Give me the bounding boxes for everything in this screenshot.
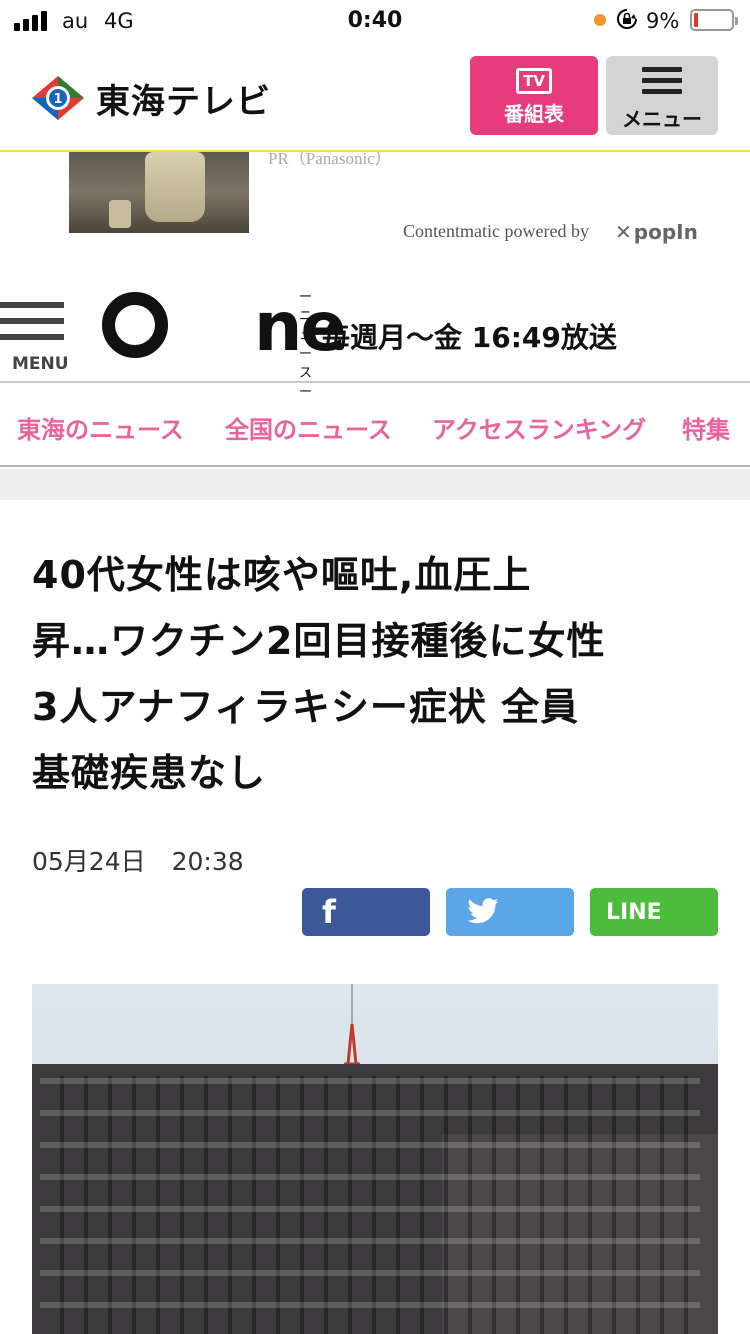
facebook-icon: f	[322, 893, 336, 931]
facebook-share-button[interactable]: f	[302, 888, 430, 936]
ad-credit: Contentmatic powered by	[403, 221, 589, 241]
ad-banner[interactable]: PR（Panasonic） Contentmatic powered by ✕ p…	[0, 152, 750, 255]
tv-icon: TV	[516, 68, 552, 94]
one-logo-icon	[102, 292, 168, 358]
tab-access-ranking[interactable]: アクセスランキング	[432, 410, 646, 445]
news-header: MENU ー ニュース ー ne 毎週月〜金 16:49放送	[0, 280, 750, 400]
article-title: 40代女性は咳や嘔吐,血圧上 昇…ワクチン2回目接種後に女性 3人アナフィラキシ…	[32, 553, 606, 795]
recording-dot-icon	[594, 14, 606, 26]
tab-national-news[interactable]: 全国のニュース	[225, 410, 392, 445]
line-label: LINE	[606, 899, 662, 925]
article-date: 05月24日 20:38	[32, 842, 270, 878]
line-share-button[interactable]: LINE	[590, 888, 718, 936]
status-bar: au 4G 0:40 9%	[0, 0, 750, 42]
article-date-time: 20:38	[171, 847, 244, 876]
hamburger-icon	[642, 67, 682, 100]
article-photo[interactable]	[32, 984, 718, 1334]
svg-text:1: 1	[53, 92, 62, 107]
tab-tokai-news[interactable]: 東海のニュース	[17, 410, 184, 445]
article-date-day: 05月24日	[32, 847, 146, 876]
broadcast-schedule: 毎週月〜金 16:49放送	[322, 321, 617, 354]
battery-icon	[690, 9, 738, 31]
menu-label: メニュー	[622, 107, 702, 131]
news-menu-label: MENU	[12, 354, 69, 374]
popin-icon: ✕	[615, 220, 632, 244]
menu-button[interactable]: メニュー	[606, 56, 718, 135]
one-logo[interactable]: ー ニュース ー ne	[96, 280, 347, 400]
tokai-tv-logo-icon: 1	[32, 76, 84, 120]
tv-schedule-label: 番組表	[504, 102, 564, 126]
divider	[0, 469, 750, 500]
rotation-lock-icon	[617, 9, 637, 29]
news-menu-button[interactable]	[0, 302, 64, 350]
site-header: 1 東海テレビ TV 番組表 メニュー	[0, 42, 750, 152]
tab-features[interactable]: 特集	[682, 410, 730, 445]
site-name[interactable]: 東海テレビ	[96, 74, 271, 123]
twitter-icon	[467, 898, 499, 924]
category-tabs: 東海のニュース 全国のニュース アクセスランキング 特集	[0, 384, 750, 467]
tv-schedule-button[interactable]: TV 番組表	[470, 56, 598, 135]
ad-sponsor-text: PR（Panasonic）	[268, 152, 392, 168]
popin-logo[interactable]: ✕ popIn	[615, 220, 698, 244]
twitter-share-button[interactable]	[446, 888, 574, 936]
ad-image[interactable]	[69, 152, 249, 233]
battery-percent: 9%	[646, 9, 680, 33]
